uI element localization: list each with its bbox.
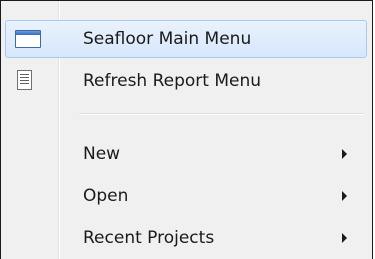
menu-item-label: Open bbox=[83, 186, 129, 206]
document-icon bbox=[10, 69, 46, 93]
menu-item-label: Seafloor Main Menu bbox=[83, 29, 252, 49]
menu-item-seafloor-main-menu[interactable]: Seafloor Main Menu bbox=[5, 20, 367, 58]
menu-item-new[interactable]: New bbox=[5, 135, 367, 173]
submenu-arrow-icon bbox=[342, 149, 347, 159]
menu-item-label: Recent Projects bbox=[83, 228, 215, 248]
menu-item-open[interactable]: Open bbox=[5, 177, 367, 215]
menu-item-refresh-report-menu[interactable]: Refresh Report Menu bbox=[5, 62, 367, 100]
submenu-arrow-icon bbox=[342, 233, 347, 243]
menu-item-recent-projects[interactable]: Recent Projects bbox=[5, 219, 367, 257]
context-menu: Seafloor Main Menu Refresh Report Menu N… bbox=[0, 0, 373, 259]
menu-separator bbox=[79, 113, 364, 115]
window-icon bbox=[11, 27, 47, 51]
submenu-arrow-icon bbox=[342, 191, 347, 201]
menu-item-label: Refresh Report Menu bbox=[83, 71, 262, 91]
menu-item-label: New bbox=[83, 144, 121, 164]
